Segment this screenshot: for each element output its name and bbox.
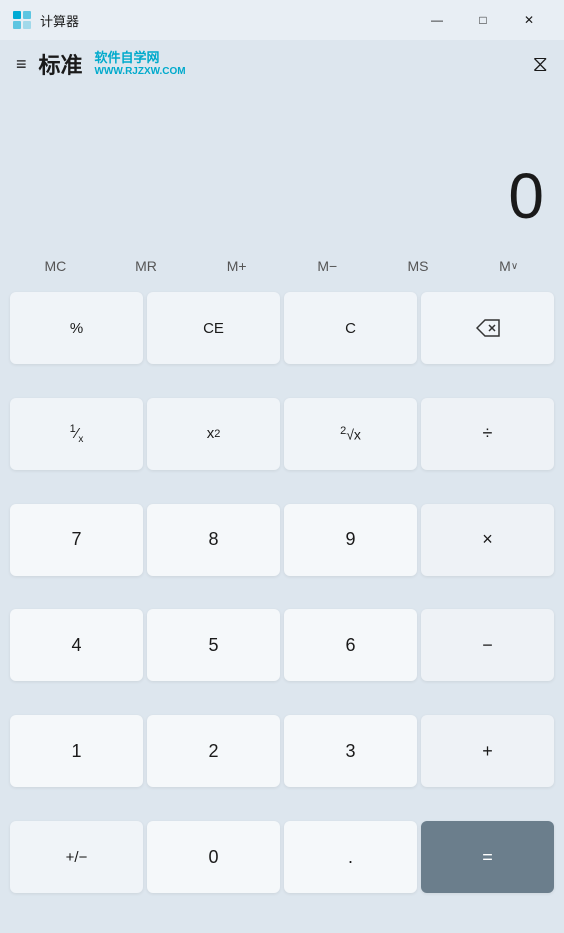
- display-area: 0: [0, 84, 564, 244]
- close-button[interactable]: ✕: [506, 0, 552, 40]
- display-value: 0: [508, 164, 544, 228]
- three-button[interactable]: 3: [284, 715, 417, 787]
- ce-button[interactable]: CE: [147, 292, 280, 364]
- one-button[interactable]: 1: [10, 715, 143, 787]
- memory-mc-button[interactable]: MC: [10, 244, 101, 288]
- calc-body: MC MR M+ M− MS M∨ % CE C 1⁄x x2 2√x ÷: [0, 244, 564, 933]
- maximize-button[interactable]: □: [460, 0, 506, 40]
- memory-row: MC MR M+ M− MS M∨: [10, 244, 554, 288]
- menu-icon[interactable]: ≡: [16, 54, 27, 75]
- nine-button[interactable]: 9: [284, 504, 417, 576]
- reciprocal-button[interactable]: 1⁄x: [10, 398, 143, 470]
- equals-button[interactable]: =: [421, 821, 554, 893]
- two-button[interactable]: 2: [147, 715, 280, 787]
- history-icon[interactable]: ⧖: [533, 51, 548, 77]
- subtract-button[interactable]: −: [421, 609, 554, 681]
- header-left: ≡ 标准 软件自学网 WWW.RJZXW.COM: [16, 48, 186, 80]
- memory-mplus-button[interactable]: M+: [191, 244, 282, 288]
- memory-ms-button[interactable]: MS: [373, 244, 464, 288]
- window-controls: — □ ✕: [414, 0, 552, 40]
- memory-mv-button[interactable]: M∨: [463, 244, 554, 288]
- six-button[interactable]: 6: [284, 609, 417, 681]
- negate-button[interactable]: +/−: [10, 821, 143, 893]
- sqrt-button[interactable]: 2√x: [284, 398, 417, 470]
- clear-button[interactable]: C: [284, 292, 417, 364]
- button-grid: % CE C 1⁄x x2 2√x ÷ 7 8 9 × 4 5 6 −: [10, 292, 554, 923]
- square-button[interactable]: x2: [147, 398, 280, 470]
- app-header: ≡ 标准 软件自学网 WWW.RJZXW.COM ⧖: [0, 40, 564, 84]
- memory-mminus-button[interactable]: M−: [282, 244, 373, 288]
- add-button[interactable]: +: [421, 715, 554, 787]
- eight-button[interactable]: 8: [147, 504, 280, 576]
- seven-button[interactable]: 7: [10, 504, 143, 576]
- watermark: 软件自学网 WWW.RJZXW.COM: [95, 51, 186, 76]
- minimize-button[interactable]: —: [414, 0, 460, 40]
- percent-button[interactable]: %: [10, 292, 143, 364]
- zero-button[interactable]: 0: [147, 821, 280, 893]
- app-icon: [12, 10, 32, 30]
- backspace-button[interactable]: [421, 292, 554, 364]
- memory-mr-button[interactable]: MR: [101, 244, 192, 288]
- multiply-button[interactable]: ×: [421, 504, 554, 576]
- app-title: 标准: [39, 48, 83, 80]
- four-button[interactable]: 4: [10, 609, 143, 681]
- decimal-button[interactable]: .: [284, 821, 417, 893]
- five-button[interactable]: 5: [147, 609, 280, 681]
- title-bar: 计算器 — □ ✕: [0, 0, 564, 40]
- divide-button[interactable]: ÷: [421, 398, 554, 470]
- window-title: 计算器: [40, 11, 406, 30]
